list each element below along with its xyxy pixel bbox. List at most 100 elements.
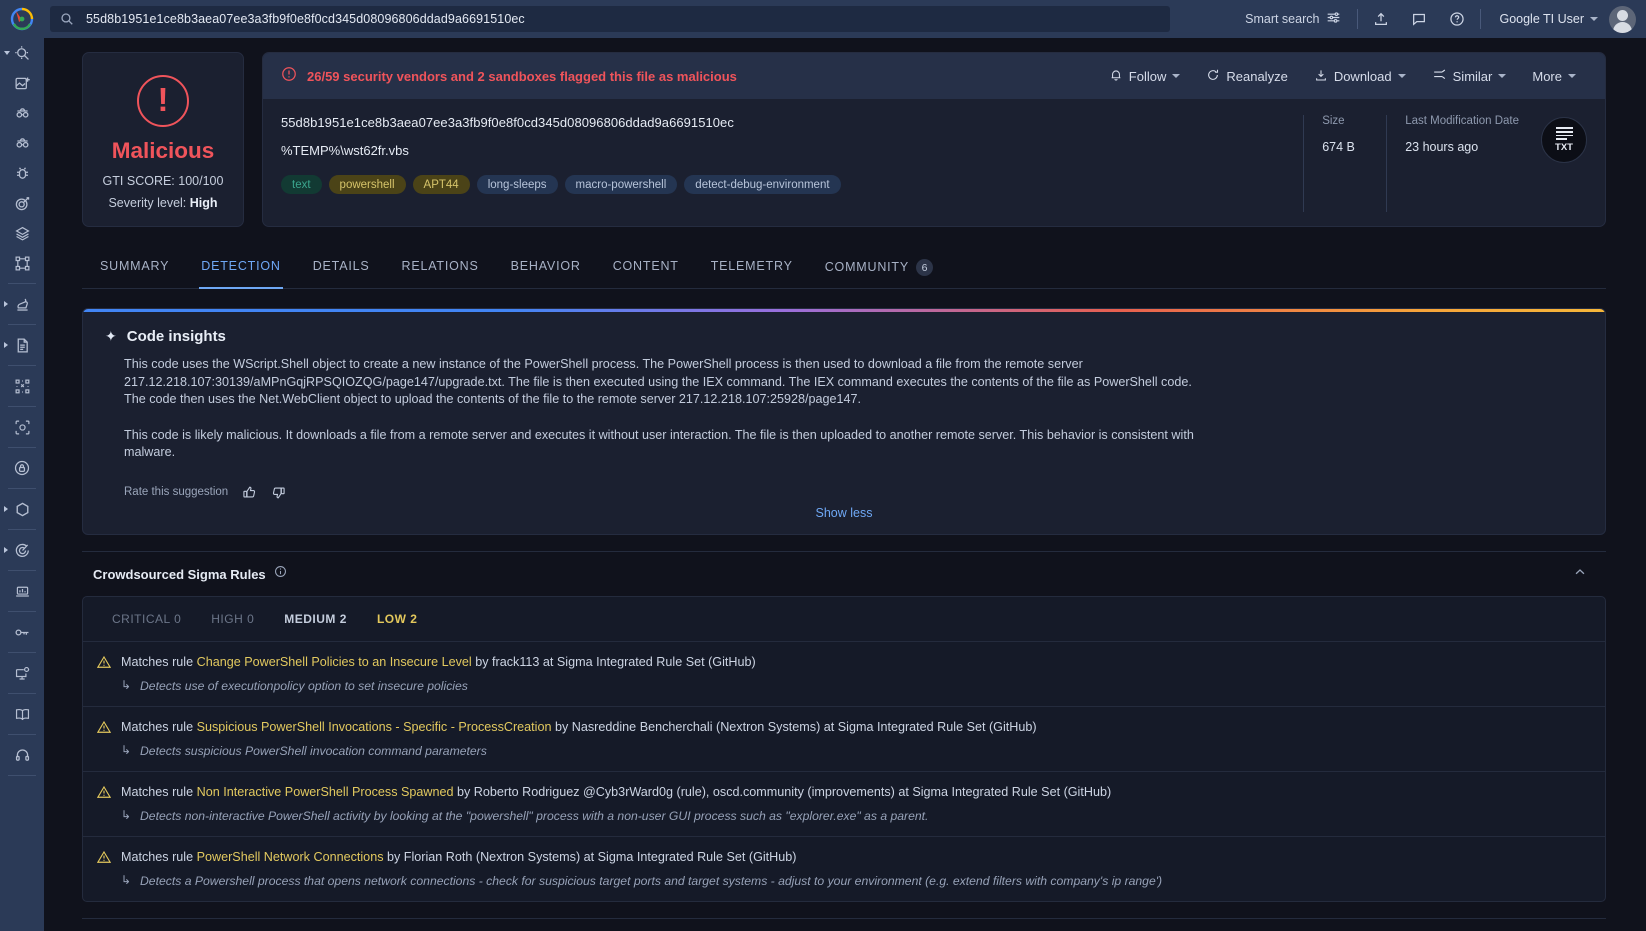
sigma-rule-row: Matches rule Change PowerShell Policies … [83,642,1605,707]
reanalyze-button[interactable]: Reanalyze [1195,62,1298,91]
similar-button[interactable]: Similar [1421,61,1518,91]
chevron-right-icon [4,506,8,512]
warning-triangle-icon [96,850,112,889]
rail-divider [8,529,36,530]
sidebar-item-qr-scatter[interactable] [0,371,44,401]
tag-detect-debug-environment[interactable]: detect-debug-environment [684,175,841,194]
thumbs-up-icon[interactable] [242,485,257,500]
sidebar-item-target[interactable] [0,188,44,218]
meta-divider [1303,115,1305,212]
tag-powershell[interactable]: powershell [328,175,406,194]
tag-text[interactable]: text [281,175,322,194]
meta-divider [1386,115,1388,212]
tab-details[interactable]: DETAILS [297,246,386,288]
file-details: 55d8b1951e1ce8b3aea07ee3a3fb9f0e8f0cd345… [263,99,1605,226]
rule-prefix: Matches rule [121,654,197,669]
virustotal-logo[interactable] [0,0,44,38]
sidebar-item-document[interactable] [0,330,44,360]
tab-community[interactable]: COMMUNITY 6 [809,246,949,288]
similar-icon [1432,67,1447,85]
sidebar-item-hexagon[interactable] [0,494,44,524]
sidebar-item-spy-alt[interactable] [0,128,44,158]
rule-suffix: by frack113 at Sigma Integrated Rule Set… [471,654,756,669]
sidebar-item-lock-circle[interactable] [0,453,44,483]
tab-summary[interactable]: SUMMARY [84,246,185,288]
show-less-link[interactable]: Show less [83,506,1605,534]
sidebar-item-camera-scan[interactable] [0,412,44,442]
rail-divider [8,447,36,448]
sidebar-item-monitor-settings[interactable] [0,658,44,688]
sidebar-item-bug[interactable] [0,158,44,188]
reanalyze-label: Reanalyze [1226,68,1288,84]
tag-long-sleeps[interactable]: long-sleeps [476,175,558,194]
sigma-sev-low[interactable]: LOW 2 [362,605,433,633]
sidebar-item-key[interactable] [0,617,44,647]
file-actions: Follow Reanalyze Download Similar More [1098,61,1587,91]
more-button[interactable]: More [1521,63,1587,90]
rule-name-link[interactable]: Suspicious PowerShell Invocations - Spec… [197,720,552,734]
tab-content[interactable]: CONTENT [597,246,695,288]
thumbs-down-icon[interactable] [271,485,286,500]
search-bar[interactable] [50,6,1170,32]
file-overview-row: ! Malicious GTI SCORE: 100/100 Severity … [82,52,1606,227]
follow-button[interactable]: Follow [1098,62,1192,91]
help-circle-icon[interactable] [1438,11,1476,27]
rule-name-link[interactable]: PowerShell Network Connections [197,850,384,864]
smart-search-button[interactable]: Smart search [1233,10,1353,28]
sigma-sev-high[interactable]: HIGH 0 [196,605,269,633]
sigma-rule-row: Matches rule PowerShell Network Connecti… [83,837,1605,901]
sidebar-item-hand-drop[interactable] [0,289,44,319]
rail-divider [8,365,36,366]
sidebar-item-image-add[interactable] [0,68,44,98]
severity-level: Severity level: High [108,196,217,210]
user-menu[interactable]: Google TI User [1485,12,1607,26]
rate-suggestion-row: Rate this suggestion [105,485,1583,500]
download-button[interactable]: Download [1303,62,1417,91]
code-insights-title: Code insights [126,328,226,345]
chevron-down-icon [1590,17,1598,21]
search-icon [60,12,74,26]
sidebar-item-support-headset[interactable] [0,740,44,770]
tab-behavior[interactable]: BEHAVIOR [495,246,597,288]
toolbar-divider [1480,9,1482,29]
main-column: Smart search [44,0,1646,931]
sidebar-item-layers[interactable] [0,218,44,248]
rule-name-link[interactable]: Change PowerShell Policies to an Insecur… [197,655,472,669]
document-lines-icon [1555,127,1573,140]
upload-icon[interactable] [1362,11,1400,27]
info-icon[interactable] [274,565,287,583]
tab-detection[interactable]: DETECTION [185,246,296,289]
rate-suggestion-label: Rate this suggestion [124,486,229,498]
rail-divider [8,570,36,571]
chevron-down-icon [1172,74,1181,78]
tag-apt44[interactable]: APT44 [412,175,470,194]
smart-search-label: Smart search [1245,12,1320,26]
rule-name-link[interactable]: Non Interactive PowerShell Process Spawn… [197,785,454,799]
sidebar-item-radar[interactable] [0,535,44,565]
toolbar-divider [1357,9,1359,29]
sigma-sev-critical[interactable]: CRITICAL 0 [97,605,196,633]
modified-value: 23 hours ago [1405,140,1479,154]
sigma-rule-line: Matches rule PowerShell Network Connecti… [121,849,1591,866]
sidebar-item-laptop-chart[interactable] [0,576,44,606]
rail-divider [8,283,36,284]
comment-icon[interactable] [1400,11,1438,27]
gti-score: GTI SCORE: 100/100 [102,174,224,188]
sigma-sev-medium[interactable]: MEDIUM 2 [269,605,362,633]
chevron-down-icon [1568,74,1576,78]
sidebar-item-spy[interactable] [0,98,44,128]
search-input[interactable] [86,12,1160,26]
severity-prefix: Severity level: [108,196,190,210]
avatar[interactable] [1609,5,1636,33]
sigma-collapse-toggle[interactable] [1573,565,1595,584]
sidebar-item-book[interactable] [0,699,44,729]
sidebar-item-search-scan[interactable] [0,38,44,68]
file-modified-block: Last Modification Date 23 hours ago [1405,115,1519,154]
tab-telemetry[interactable]: TELEMETRY [695,246,809,288]
tag-macro-powershell[interactable]: macro-powershell [564,175,678,194]
sidebar-item-graph-nodes[interactable] [0,248,44,278]
sparkle-icon: ✦ [105,328,117,344]
rule-suffix: by Roberto Rodriguez @Cyb3rWard0g (rule)… [453,784,1112,799]
malicious-alert-icon: ! [137,75,189,127]
tab-relations[interactable]: RELATIONS [386,246,495,288]
